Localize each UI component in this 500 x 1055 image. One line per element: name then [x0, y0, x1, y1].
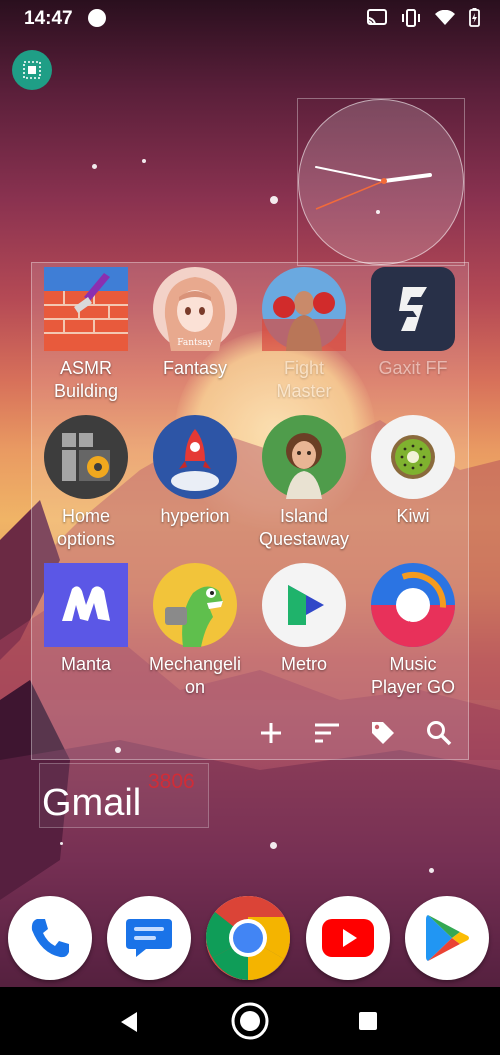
fight-master-icon — [262, 267, 346, 351]
music-player-go-icon — [371, 563, 455, 647]
app-label: Music Player GO — [370, 654, 456, 697]
youtube-icon — [322, 919, 374, 957]
dock-chrome[interactable] — [206, 896, 290, 980]
metro-icon — [262, 563, 346, 647]
select-mode-button[interactable] — [12, 50, 52, 90]
sort-button[interactable] — [314, 720, 340, 746]
app-fight-master[interactable]: Fight Master — [249, 267, 359, 403]
app-label: Metro — [280, 654, 327, 674]
messages-icon — [126, 919, 172, 957]
app-drawer: ASMR Building Fantsay Fantasy Fight Mast… — [31, 262, 469, 760]
star — [92, 164, 97, 169]
island-questaway-icon — [262, 415, 346, 499]
app-label: Home options — [56, 506, 116, 549]
clock-widget[interactable] — [297, 98, 465, 266]
app-gaxit-ff[interactable]: Gaxit FF — [358, 267, 468, 380]
phone-icon — [31, 919, 69, 958]
search-button[interactable] — [426, 720, 452, 746]
app-asmr-building[interactable]: ASMR Building — [31, 267, 141, 403]
asmr-building-icon — [44, 267, 128, 351]
drawer-toolbar — [258, 720, 452, 746]
fantasy-icon: Fantsay — [153, 267, 237, 351]
app-label: Gaxit FF — [378, 358, 448, 378]
app-label: Fantasy — [162, 358, 228, 378]
star — [270, 842, 277, 849]
app-island-questaway[interactable]: Island Questaway — [249, 415, 359, 551]
gmail-unread-count: 3806 — [148, 770, 195, 793]
tag-icon — [372, 722, 394, 744]
notification-dot-icon — [88, 9, 106, 27]
kiwi-icon — [371, 415, 455, 499]
gmail-label: Gmail — [42, 782, 142, 824]
back-icon — [121, 1012, 137, 1032]
app-label: Mechangeli on — [148, 654, 242, 697]
hyperion-icon — [153, 415, 237, 499]
back-button[interactable] — [112, 1007, 146, 1037]
clock-hands — [315, 166, 432, 210]
cast-icon — [367, 8, 387, 25]
app-fantasy[interactable]: Fantsay Fantasy — [140, 267, 250, 380]
recents-icon — [359, 1012, 377, 1030]
play-store-icon — [426, 915, 469, 961]
add-button[interactable] — [258, 720, 284, 746]
status-bar: 14:47 — [0, 0, 500, 36]
dock-messages[interactable] — [107, 896, 191, 980]
sort-icon — [315, 723, 339, 743]
star — [429, 868, 434, 873]
gmail-widget[interactable]: Gmail 3806 — [39, 763, 209, 828]
app-kiwi[interactable]: Kiwi — [358, 415, 468, 528]
app-label: Manta — [60, 654, 112, 674]
app-metro[interactable]: Metro — [249, 563, 359, 676]
tag-button[interactable] — [370, 720, 396, 746]
home-icon — [231, 1002, 269, 1040]
star — [270, 196, 278, 204]
battery-charging-icon — [469, 8, 480, 27]
gaxit-ff-icon — [371, 267, 455, 351]
status-time: 14:47 — [24, 8, 73, 29]
app-hyperion[interactable]: hyperion — [140, 415, 250, 528]
app-label: hyperion — [160, 506, 230, 526]
app-label: Kiwi — [396, 506, 430, 526]
search-icon — [427, 721, 452, 746]
app-manta[interactable]: Manta — [31, 563, 141, 676]
app-label: Fight Master — [276, 358, 332, 401]
home-button[interactable] — [228, 999, 272, 1043]
dock — [0, 896, 500, 982]
home-options-icon — [44, 415, 128, 499]
dock-play-store[interactable] — [405, 896, 489, 980]
app-label: Island Questaway — [258, 506, 350, 549]
star — [142, 159, 146, 163]
navigation-bar — [0, 987, 500, 1055]
mechangelion-icon — [153, 563, 237, 647]
dock-phone[interactable] — [8, 896, 92, 980]
app-mechangelion[interactable]: Mechangeli on — [140, 563, 250, 699]
add-icon — [261, 723, 281, 743]
manta-icon — [44, 563, 128, 647]
wifi-icon — [435, 9, 455, 25]
dock-youtube[interactable] — [306, 896, 390, 980]
app-home-options[interactable]: Home options — [31, 415, 141, 551]
vibrate-icon — [402, 8, 420, 27]
select-icon — [23, 61, 41, 79]
recents-button[interactable] — [354, 1007, 382, 1035]
app-label: ASMR Building — [53, 358, 119, 401]
star — [60, 842, 63, 845]
status-icons — [367, 8, 480, 27]
chrome-icon — [206, 896, 290, 980]
svg-text:Fantsay: Fantsay — [177, 338, 213, 348]
app-music-player-go[interactable]: Music Player GO — [358, 563, 468, 699]
